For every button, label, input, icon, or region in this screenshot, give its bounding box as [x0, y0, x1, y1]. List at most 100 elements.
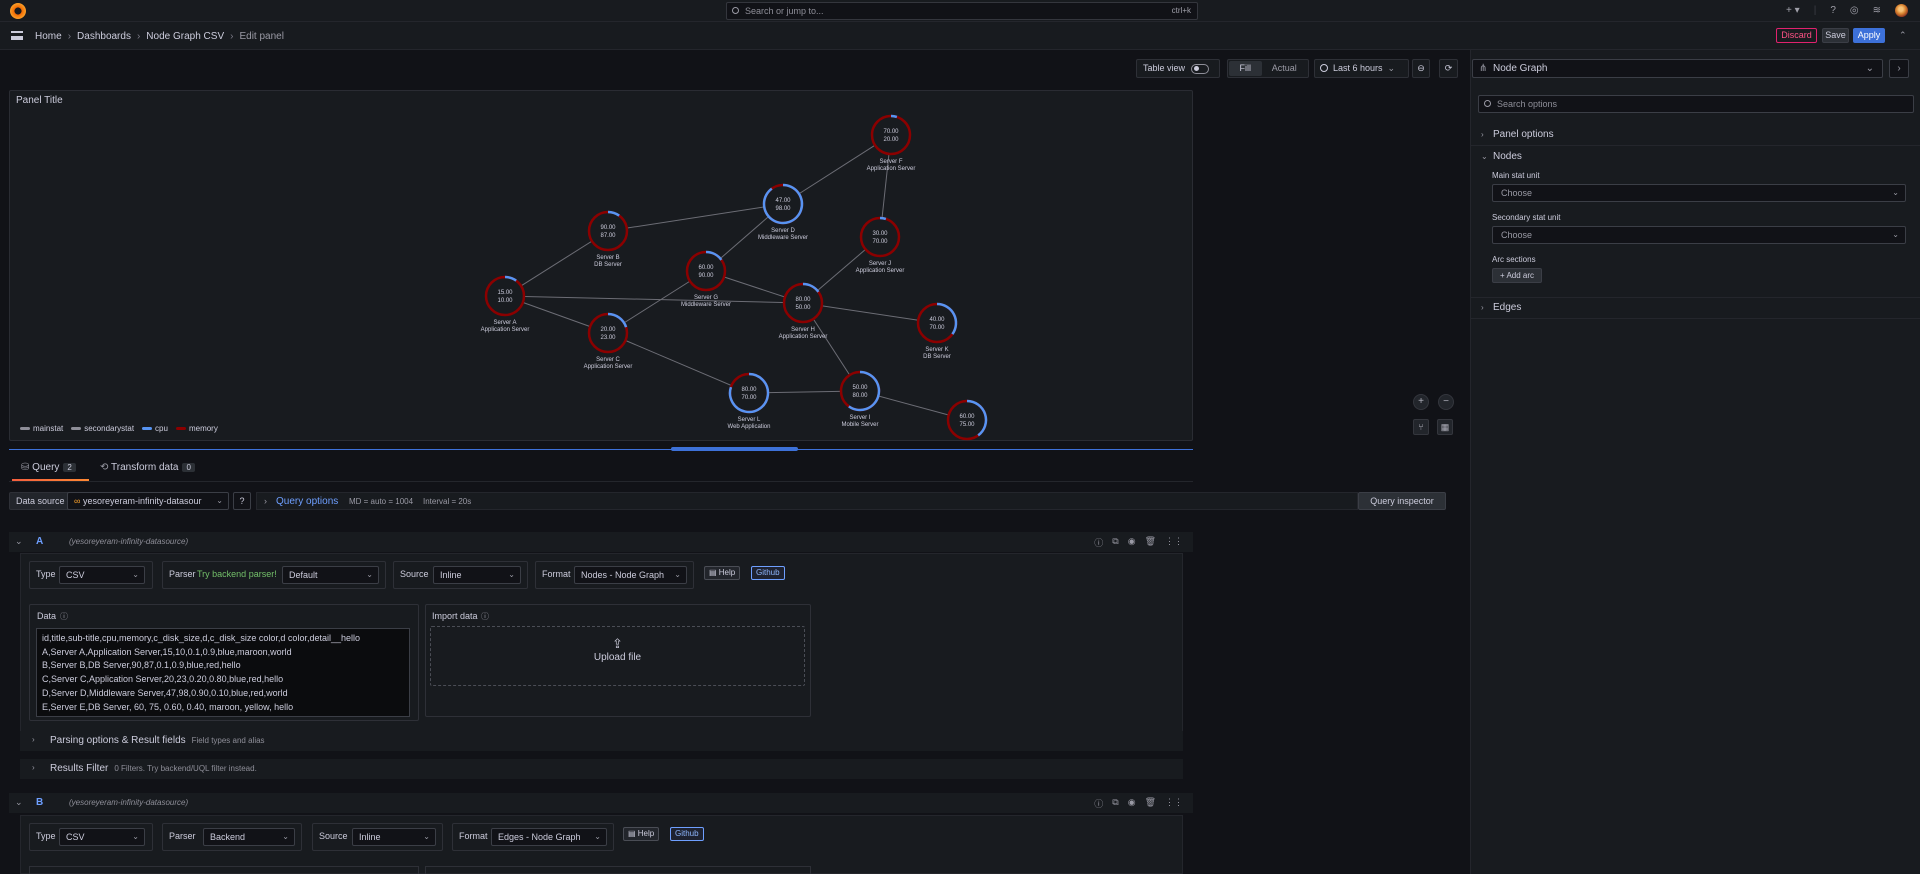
graph-node[interactable]: 80.00 70.00 Server LWeb Application [728, 372, 771, 430]
query-options-button[interactable]: Query options [276, 496, 338, 507]
query-row-b[interactable]: ⌄ B (yesoreyeram-infinity-datasource) ⓘ … [9, 793, 1193, 813]
format-select[interactable]: Nodes - Node Graph ⌄ [574, 566, 687, 584]
parsing-options-row[interactable]: › Parsing options & Result fields Field t… [20, 731, 1183, 751]
graph-node[interactable]: 30.00 70.00 Server JApplication Server [856, 216, 905, 274]
duplicate-icon[interactable]: ⧉ [1112, 536, 1118, 549]
help-button[interactable]: ▤ Help [704, 566, 741, 580]
node-text: 90.00 [600, 225, 616, 231]
search-input[interactable]: Search or jump to... ctrl+k [726, 2, 1198, 20]
duplicate-icon[interactable]: ⧉ [1112, 797, 1118, 810]
chevron-up-icon[interactable]: ⌃ [1899, 30, 1907, 41]
eye-icon[interactable]: ◉ [1128, 797, 1136, 810]
legend-swatch [175, 427, 186, 431]
graph-node[interactable]: 80.00 50.00 Server HApplication Server [779, 282, 828, 340]
help-icon[interactable]: ⓘ [1094, 536, 1103, 549]
database-icon: ⛁ [21, 462, 30, 473]
visualization-picker[interactable]: ⋔ Node Graph ⌄ [1472, 59, 1883, 78]
eye-icon[interactable]: ◉ [1128, 536, 1136, 549]
tab-query[interactable]: ⛁ Query 2 [21, 462, 76, 473]
collapse-options-button[interactable]: › [1889, 59, 1909, 78]
actual-button[interactable]: Actual [1262, 61, 1308, 76]
trash-icon[interactable]: 🗑 [1145, 797, 1156, 810]
news-icon[interactable]: ◎ [1850, 5, 1859, 16]
node-text: 23.00 [600, 335, 616, 341]
node-text: Server H [791, 327, 815, 333]
format-select[interactable]: Edges - Node Graph ⌄ [491, 828, 607, 846]
avatar[interactable] [1895, 4, 1908, 17]
grid-layout-icon[interactable]: ▦ [1437, 419, 1453, 435]
type-select[interactable]: CSV ⌄ [59, 828, 145, 846]
zoom-in-icon[interactable]: + [1413, 394, 1429, 410]
legend-item[interactable]: mainstat [20, 424, 63, 433]
grafana-logo-icon[interactable] [10, 3, 26, 19]
format-group: Format Nodes - Node Graph ⌄ [535, 561, 694, 589]
graph-node[interactable]: 20.00 23.00 Server CApplication Server [584, 312, 633, 370]
legend-item[interactable]: memory [175, 424, 218, 433]
help-button[interactable]: ▤ Help [623, 827, 660, 841]
results-filter-row[interactable]: › Results Filter 0 Filters. Try backend/U… [20, 759, 1183, 779]
backend-parser-link[interactable]: Try backend parser! [197, 569, 277, 579]
graph-node[interactable]: 60.00 75.00 [946, 399, 988, 441]
source-select[interactable]: Inline ⌄ [433, 566, 521, 584]
menu-icon[interactable] [11, 31, 23, 40]
top-bar: Search or jump to... ctrl+k + ▾ | ? ◎ ≋ [0, 0, 1920, 22]
legend-item[interactable]: secondarystat [71, 424, 134, 433]
graph-node[interactable]: 70.00 20.00 Server FApplication Server [867, 114, 916, 172]
node-text: Application Server [856, 268, 905, 274]
node-graph[interactable]: 15.0010.00Server AApplication Server 90.0… [10, 91, 1194, 442]
node-text: 70.00 [883, 129, 899, 135]
fill-button[interactable]: Fill [1229, 61, 1262, 76]
trash-icon[interactable]: 🗑 [1145, 536, 1156, 549]
graph-node[interactable]: 40.00 70.00 Server KDB Server [916, 302, 958, 360]
github-button[interactable]: Github [670, 827, 704, 841]
breadcrumb-dashboards[interactable]: Dashboards [77, 31, 131, 42]
table-view-toggle[interactable]: Table view [1136, 59, 1220, 78]
help-icon[interactable]: ? [1830, 5, 1836, 16]
apply-button[interactable]: Apply [1853, 28, 1885, 43]
graph-node[interactable]: 90.00 87.00 Server BDB Server [587, 210, 629, 268]
nodes-section[interactable]: ⌄ Nodes [1470, 146, 1920, 168]
graph-node[interactable]: 50.00 80.00 Server IMobile Server [839, 370, 881, 428]
github-button[interactable]: Github [751, 566, 785, 580]
splitter-handle[interactable] [671, 447, 798, 451]
breadcrumb-home[interactable]: Home [35, 31, 62, 42]
query-inspector-button[interactable]: Query inspector [1358, 492, 1446, 510]
refresh-button[interactable]: ⟳ [1439, 59, 1458, 78]
data-textarea[interactable]: id,title,sub-title,cpu,memory,c_disk_siz… [36, 628, 410, 717]
node-text: Application Server [867, 166, 916, 172]
transform-icon: ⟲ [100, 462, 109, 473]
discard-button[interactable]: Discard [1776, 28, 1817, 43]
rss-icon[interactable]: ≋ [1873, 5, 1881, 16]
parser-select[interactable]: Default ⌄ [282, 566, 379, 584]
tab-transform[interactable]: ⟲ Transform data 0 [100, 462, 195, 473]
zoom-out-icon[interactable]: − [1438, 394, 1454, 410]
time-range-picker[interactable]: Last 6 hours ⌄ [1314, 59, 1409, 78]
type-select[interactable]: CSV ⌄ [59, 566, 145, 584]
edges-section[interactable]: › Edges [1470, 297, 1920, 319]
layout-graph-icon[interactable]: ⑂ [1413, 419, 1429, 435]
upload-dropzone[interactable]: ⇪ Upload file [430, 626, 805, 686]
graph-node[interactable]: 60.00 90.00 Server GMiddleware Server [681, 250, 731, 308]
zoom-out-time-button[interactable]: ⊖ [1412, 59, 1430, 78]
new-menu-button[interactable]: + ▾ [1786, 5, 1800, 16]
help-icon[interactable]: ⓘ [1094, 797, 1103, 810]
datasource-picker[interactable]: ∞ yesoreyeram-infinity-datasour ⌄ [67, 492, 229, 510]
datasource-help-icon[interactable]: ? [233, 492, 251, 510]
options-search-input[interactable]: Search options [1478, 95, 1914, 113]
save-button[interactable]: Save [1822, 28, 1849, 43]
secondary-stat-unit-select[interactable]: Choose ⌄ [1492, 226, 1906, 244]
source-select[interactable]: Inline ⌄ [352, 828, 436, 846]
drag-handle-icon[interactable]: ⋮⋮ [1165, 797, 1183, 810]
add-arc-button[interactable]: + Add arc [1492, 268, 1542, 283]
query-row-a[interactable]: ⌄ A (yesoreyeram-infinity-datasource) ⓘ … [9, 532, 1193, 552]
main-stat-unit-select[interactable]: Choose ⌄ [1492, 184, 1906, 202]
graph-node[interactable]: 15.00 10.00 Server AApplication Server [481, 275, 530, 333]
panel-options-section[interactable]: › Panel options [1470, 124, 1920, 146]
node-text: 87.00 [600, 233, 616, 239]
breadcrumb-dashboard[interactable]: Node Graph CSV [146, 31, 224, 42]
parser-select[interactable]: Backend ⌄ [203, 828, 295, 846]
drag-handle-icon[interactable]: ⋮⋮ [1165, 536, 1183, 549]
clock-icon [1320, 64, 1328, 72]
legend-item[interactable]: cpu [142, 424, 168, 433]
interval: Interval = 20s [423, 497, 472, 506]
